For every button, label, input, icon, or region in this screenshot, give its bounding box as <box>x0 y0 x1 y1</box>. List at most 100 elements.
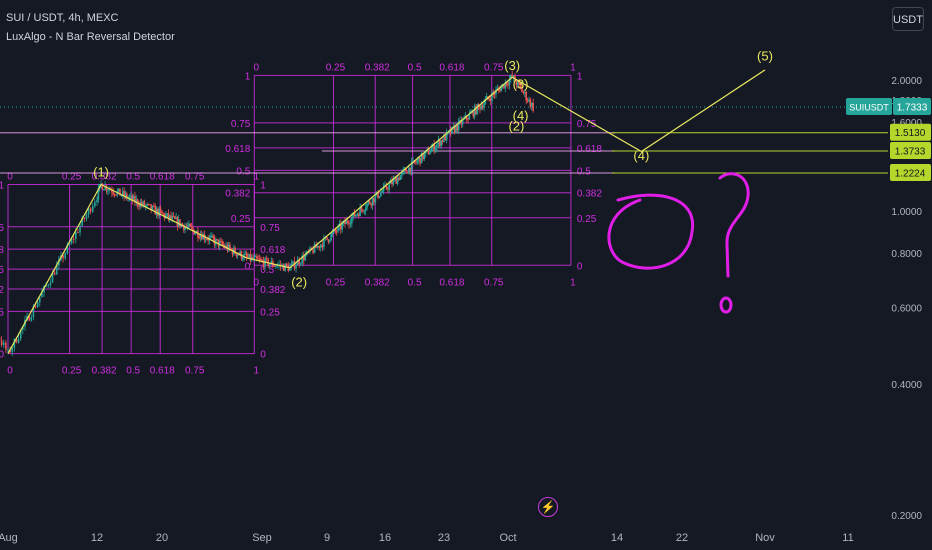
candle-body <box>395 177 398 184</box>
candle-body <box>408 167 410 174</box>
elliott-wave-lines: (1)(2)(3)(4)(5)(3)(4)(2) <box>7 48 773 354</box>
candle-body <box>245 253 248 257</box>
candle-body <box>7 349 9 351</box>
candle-body <box>346 220 349 224</box>
candle-body <box>398 177 400 180</box>
candle-body <box>112 192 115 194</box>
fib-hlabel-left: 0.618 <box>225 144 250 155</box>
fib-hlabel-left: 0.75 <box>231 119 251 130</box>
fib-vlabel-bottom: 0.382 <box>92 366 117 377</box>
candle-body <box>292 261 294 264</box>
candle-body <box>327 239 330 242</box>
candle-body <box>440 140 442 147</box>
level-tag-value: 1.2224 <box>895 169 926 180</box>
candle-body <box>265 258 268 260</box>
fib-vlabel-bottom: 0 <box>7 366 13 377</box>
candle-body <box>345 220 348 225</box>
fib-hlabel-right: 1 <box>260 181 266 192</box>
candle-body <box>275 266 277 268</box>
candle-body <box>378 196 381 198</box>
fib-vlabel-top: 0 <box>254 62 260 73</box>
candle-body <box>429 152 431 155</box>
fib-hlabel-left: 0 <box>245 261 251 272</box>
fib-hlabel-left: 0.618 <box>0 245 4 256</box>
level-tag-value: 1.3733 <box>895 147 926 158</box>
candle-body <box>72 238 75 240</box>
hand-drawings <box>607 172 750 314</box>
fib-hlabel-left: 0 <box>0 350 4 361</box>
fib-vlabel-bottom: 0.25 <box>62 366 82 377</box>
fib-vlabel-top: 0.382 <box>365 62 390 73</box>
price-tick-label: 2.0000 <box>891 76 922 87</box>
candle-body <box>189 223 192 226</box>
candle-body <box>419 157 421 164</box>
fib-hlabel-right: 0 <box>260 350 266 361</box>
time-tick-label: 12 <box>91 532 103 544</box>
candle-body <box>525 91 527 101</box>
indicator-label[interactable]: LuxAlgo - N Bar Reversal Detector <box>6 31 175 43</box>
candle-body <box>91 206 94 212</box>
fib-hlabel-right: 0.5 <box>577 166 591 177</box>
candle-body <box>17 338 20 343</box>
candle-body <box>11 347 14 353</box>
candle-body <box>161 211 163 214</box>
candle-body <box>102 189 105 191</box>
fib-hlabel-right: 0.382 <box>577 189 602 200</box>
candle-body <box>194 232 197 235</box>
candle-body <box>351 217 353 224</box>
candle-body <box>79 225 81 233</box>
candle-body <box>85 214 88 219</box>
candle-body <box>415 162 417 164</box>
candle-body <box>34 306 37 308</box>
symbol-title[interactable]: SUI / USDT, 4h, MEXC <box>6 12 118 24</box>
price-tick-label: 0.8000 <box>891 249 922 260</box>
fib-vlabel-top: 0.25 <box>326 62 346 73</box>
candle-body <box>77 232 79 234</box>
candle-body <box>380 192 382 197</box>
candle-body <box>268 264 271 267</box>
time-tick-label: 11 <box>842 532 853 544</box>
candle-body <box>159 208 162 212</box>
candle-body <box>273 266 276 268</box>
price-tick-label: 0.6000 <box>891 303 922 314</box>
fib-vlabel-bottom: 0.618 <box>439 277 464 288</box>
time-tick-label: Sep <box>252 532 272 544</box>
candle-body <box>285 263 288 266</box>
candle-body <box>483 103 485 108</box>
candle-body <box>47 284 50 286</box>
candle-body <box>341 223 343 230</box>
time-tick-label: Nov <box>755 532 775 544</box>
symbol-tag-label: SUIUSDT <box>849 103 889 113</box>
wave-label: (5) <box>757 48 773 63</box>
candle-body <box>371 198 374 206</box>
currency-button[interactable]: USDT <box>892 7 924 31</box>
candle-body <box>349 223 352 225</box>
candle-body <box>423 153 426 160</box>
price-chart[interactable]: 110.750.750.6180.6180.50.50.3820.3820.25… <box>0 0 932 550</box>
fib-hlabel-right: 0.75 <box>260 223 280 234</box>
fib-hlabel-left: 0.5 <box>236 166 250 177</box>
candle-body <box>326 237 328 240</box>
time-axis[interactable]: Aug 12 20 Sep 9 16 23 Oct 14 22 Nov 11 <box>0 532 854 544</box>
candle-body <box>507 84 509 86</box>
fib-vlabel-bottom: 0.618 <box>150 366 175 377</box>
price-tick-label: 1.0000 <box>891 207 922 218</box>
candle-body <box>330 234 332 241</box>
candle-body <box>348 223 350 225</box>
candle-body <box>374 195 377 203</box>
price-tick-label: 0.4000 <box>891 380 922 391</box>
fib-vlabel-bottom: 0.382 <box>365 277 390 288</box>
price-tag-value: 1.7333 <box>897 103 928 114</box>
candle-body <box>396 177 399 184</box>
time-tick-label: 9 <box>324 532 330 544</box>
wave-label: (2) <box>508 119 524 134</box>
time-tick-label: 22 <box>676 532 688 544</box>
candle-body <box>362 209 364 212</box>
fib-hlabel-left: 0.25 <box>231 214 251 225</box>
candle-body <box>441 140 444 142</box>
time-tick-label: 20 <box>156 532 168 544</box>
question-mark-dot <box>719 296 733 314</box>
candle-body <box>529 99 532 107</box>
fib-vlabel-bottom: 1 <box>570 277 576 288</box>
lightning-icon[interactable]: ⚡ <box>538 497 558 517</box>
